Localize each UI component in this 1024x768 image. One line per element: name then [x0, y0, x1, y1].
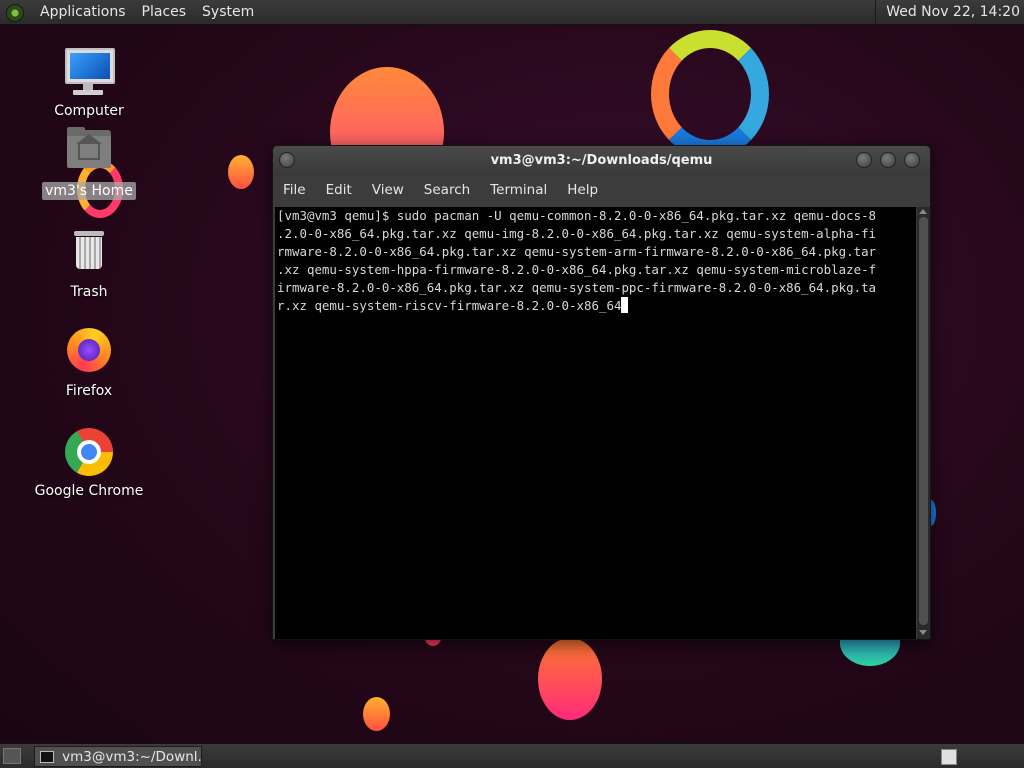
- terminal-line: [vm3@vm3 qemu]$ sudo pacman -U qemu-comm…: [277, 208, 877, 223]
- desktop-icon-computer[interactable]: Computer: [24, 44, 154, 120]
- applications-menu[interactable]: Applications: [32, 0, 134, 25]
- menu-terminal[interactable]: Terminal: [480, 176, 557, 205]
- window-titlebar[interactable]: vm3@vm3:~/Downloads/qemu: [273, 146, 930, 176]
- terminal-line: .2.0-0-x86_64.pkg.tar.xz qemu-img-8.2.0-…: [277, 226, 877, 241]
- close-button[interactable]: [904, 152, 920, 168]
- terminal-line: irmware-8.2.0-0-x86_64.pkg.tar.xz qemu-s…: [277, 280, 877, 295]
- bottom-panel: vm3@vm3:~/Downl...: [0, 743, 1024, 768]
- wallpaper-blob: [228, 155, 254, 189]
- terminal-line: r.xz qemu-system-riscv-firmware-8.2.0-0-…: [277, 298, 622, 313]
- maximize-button[interactable]: [880, 152, 896, 168]
- wallpaper-ring: [651, 30, 769, 158]
- terminal-scrollbar[interactable]: [917, 207, 930, 639]
- terminal-menubar: File Edit View Search Terminal Help: [273, 176, 930, 205]
- menu-help[interactable]: Help: [557, 176, 608, 205]
- desktop-icon-chrome[interactable]: Google Chrome: [24, 424, 154, 500]
- firefox-icon: [61, 324, 117, 380]
- menu-file[interactable]: File: [273, 176, 316, 205]
- system-menu[interactable]: System: [194, 0, 262, 25]
- taskbar-button-label: vm3@vm3:~/Downl...: [62, 748, 201, 765]
- menu-view[interactable]: View: [362, 176, 414, 205]
- places-menu[interactable]: Places: [134, 0, 195, 25]
- clock[interactable]: Wed Nov 22, 14:20: [875, 0, 1020, 25]
- top-panel-menus: Applications Places System: [0, 0, 262, 25]
- scrollbar-thumb[interactable]: [919, 217, 928, 625]
- chrome-icon: [61, 424, 117, 480]
- terminal-text: [vm3@vm3 qemu]$ sudo pacman -U qemu-comm…: [277, 207, 917, 315]
- desktop-icon-label: Computer: [54, 103, 124, 119]
- computer-icon: [61, 44, 117, 100]
- taskbar-button-terminal[interactable]: vm3@vm3:~/Downl...: [34, 746, 202, 767]
- desktop-icon-trash[interactable]: Trash: [24, 225, 154, 301]
- home-folder-icon: [61, 124, 117, 180]
- menu-edit[interactable]: Edit: [316, 176, 362, 205]
- minimize-button[interactable]: [856, 152, 872, 168]
- top-panel: Applications Places System Wed Nov 22, 1…: [0, 0, 1024, 25]
- menu-search[interactable]: Search: [414, 176, 480, 205]
- terminal-line: .xz qemu-system-hppa-firmware-8.2.0-0-x8…: [277, 262, 877, 277]
- desktop-icon-label: Google Chrome: [34, 483, 144, 499]
- desktop-icon-label: Trash: [70, 284, 108, 300]
- desktop-icon-label: Firefox: [65, 383, 113, 399]
- desktop-icon-firefox[interactable]: Firefox: [24, 324, 154, 400]
- workspace-switcher[interactable]: [941, 749, 957, 765]
- scroll-up-arrow-icon[interactable]: [919, 209, 927, 214]
- terminal-window[interactable]: vm3@vm3:~/Downloads/qemu File Edit View …: [272, 145, 931, 640]
- desktop-icon-home[interactable]: vm3's Home: [24, 124, 154, 200]
- wallpaper-blob: [538, 638, 602, 720]
- trash-icon: [61, 225, 117, 281]
- window-title: vm3@vm3:~/Downloads/qemu: [490, 153, 713, 168]
- terminal-cursor: [621, 297, 629, 313]
- scroll-down-arrow-icon[interactable]: [919, 630, 927, 635]
- show-desktop-icon[interactable]: [3, 748, 21, 764]
- desktop-icon-label: vm3's Home: [42, 182, 136, 200]
- terminal-icon: [40, 750, 55, 763]
- distro-logo-icon[interactable]: [6, 3, 24, 22]
- terminal-line: rmware-8.2.0-0-x86_64.pkg.tar.xz qemu-sy…: [277, 244, 877, 259]
- wallpaper-blob: [363, 697, 390, 731]
- terminal-output[interactable]: [vm3@vm3 qemu]$ sudo pacman -U qemu-comm…: [275, 207, 916, 639]
